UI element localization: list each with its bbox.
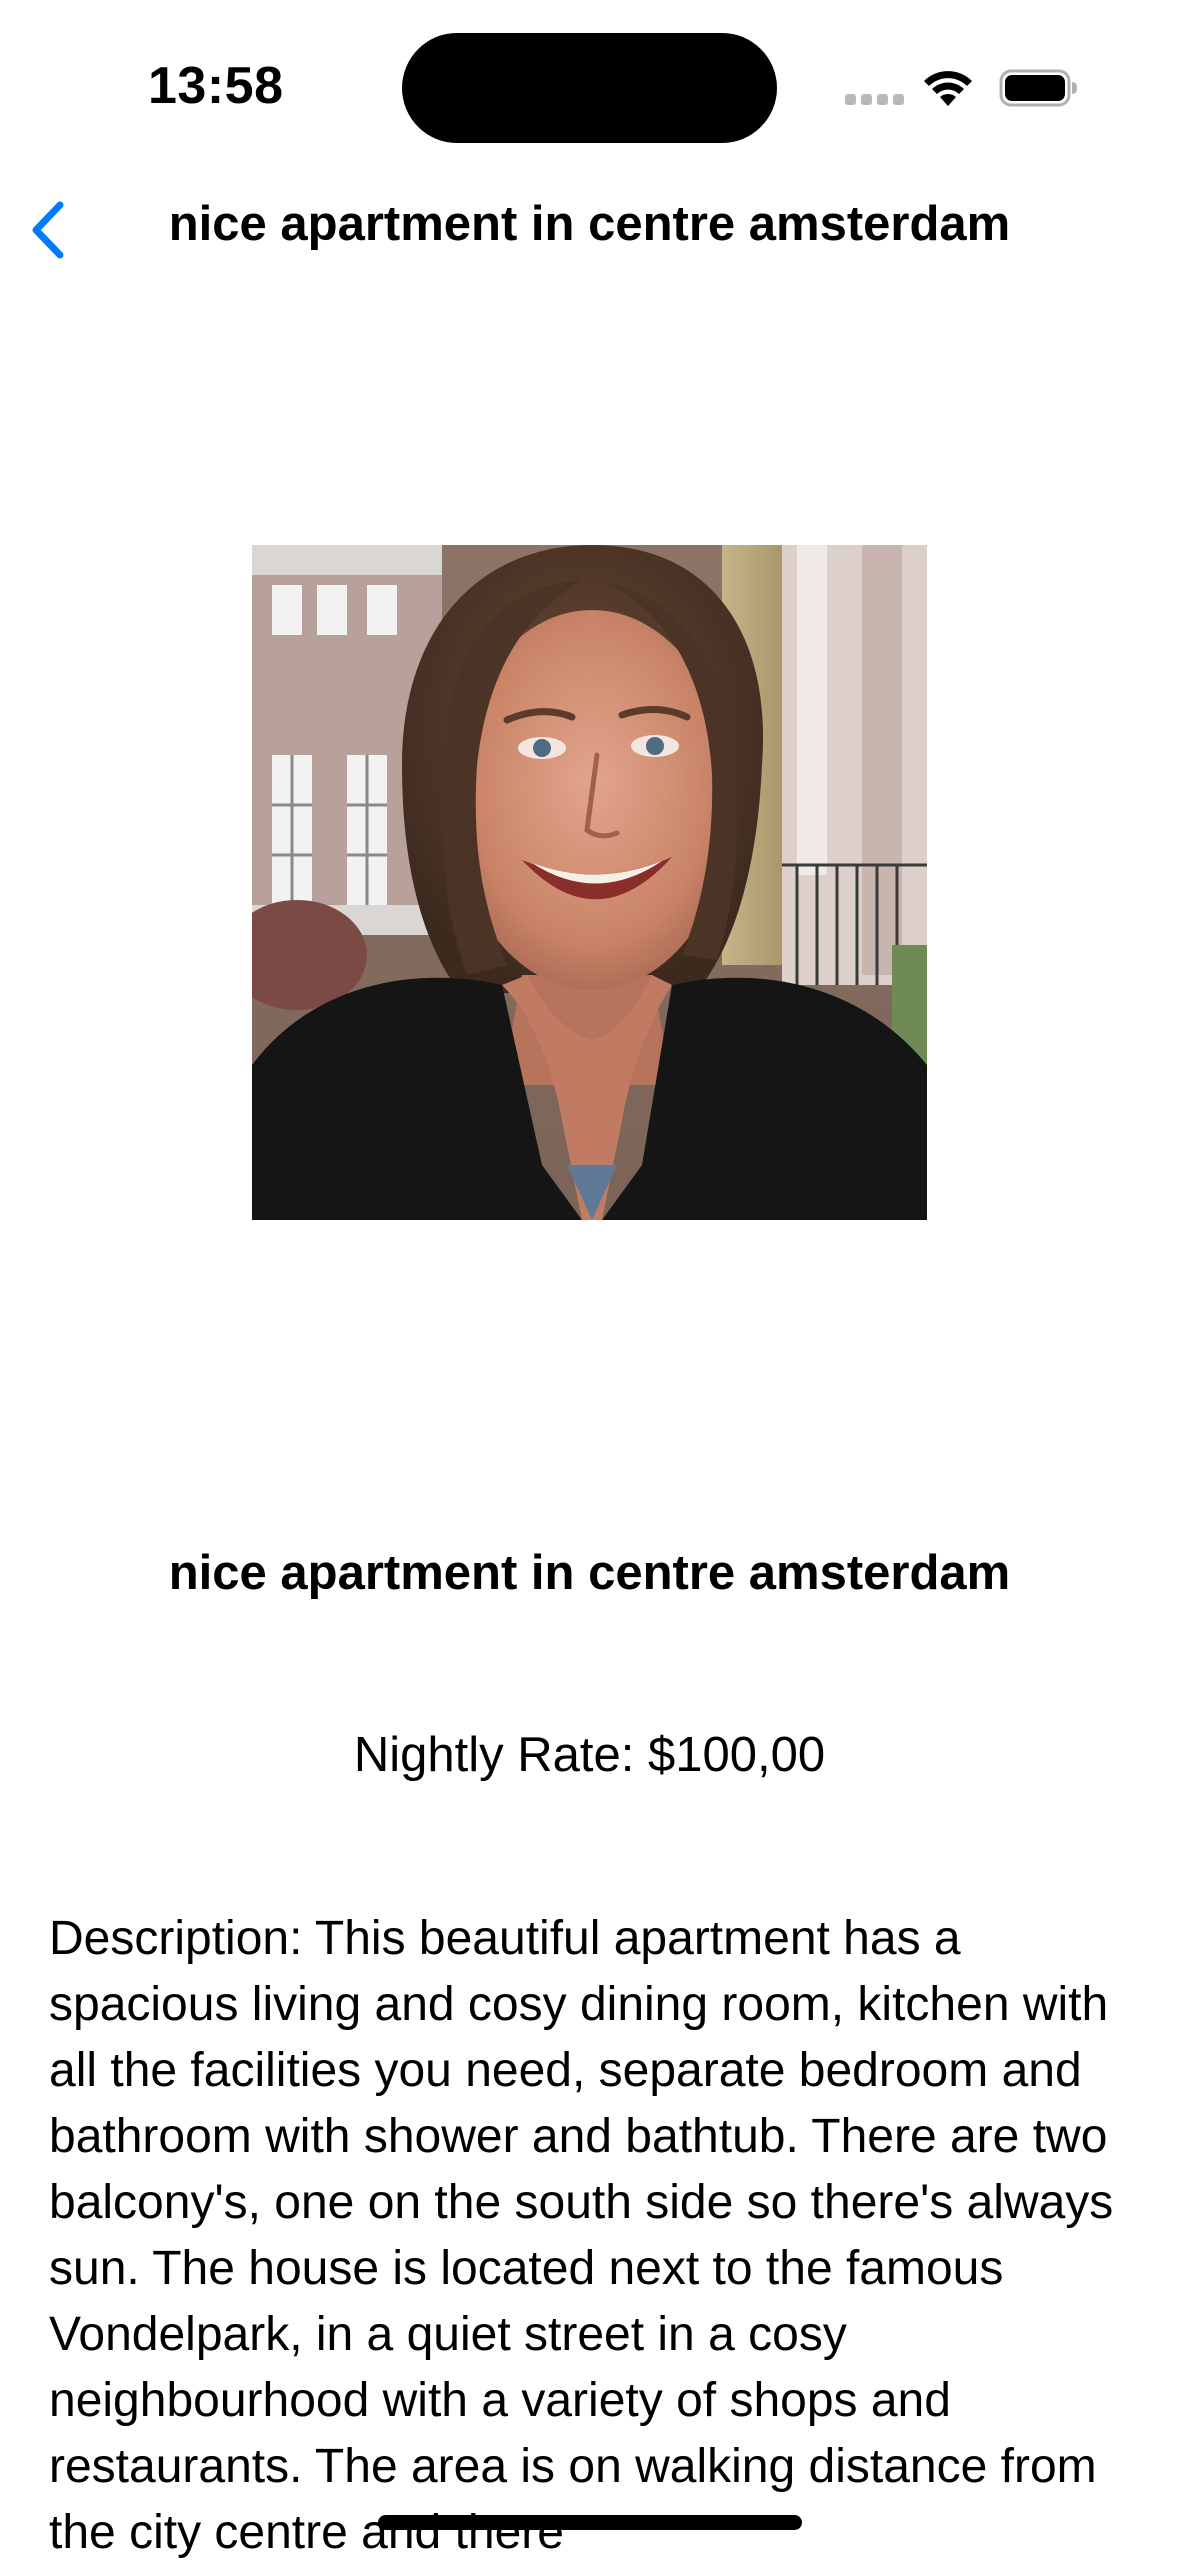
listing-description: Description: This beautiful apartment ha… bbox=[49, 1912, 1114, 2559]
listing-title: nice apartment in centre amsterdam bbox=[168, 1546, 1011, 1600]
status-bar: 13:58 bbox=[0, 0, 1179, 175]
wifi-icon bbox=[924, 71, 972, 106]
navigation-bar: nice apartment in centre amsterdam bbox=[0, 175, 1179, 280]
battery-icon bbox=[999, 69, 1077, 107]
chevron-left-icon bbox=[32, 201, 64, 259]
nav-title: nice apartment in centre amsterdam bbox=[168, 197, 1011, 251]
cellular-signal-icon bbox=[845, 94, 905, 106]
nightly-rate: Nightly Rate: $100,00 bbox=[353, 1728, 826, 1782]
dynamic-island bbox=[402, 33, 777, 143]
host-photo-image bbox=[252, 545, 927, 1220]
host-photo bbox=[252, 545, 927, 1220]
home-indicator[interactable] bbox=[378, 2515, 802, 2530]
status-time: 13:58 bbox=[148, 57, 284, 115]
back-button[interactable] bbox=[20, 195, 80, 265]
